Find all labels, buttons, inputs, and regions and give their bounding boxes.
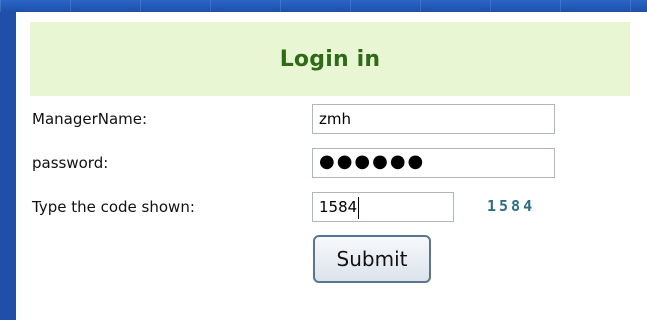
login-title: Login in — [279, 46, 381, 72]
text-caret — [358, 196, 360, 219]
manager-name-input[interactable]: zmh — [312, 104, 555, 134]
manager-name-label: ManagerName: — [32, 110, 148, 128]
code-label: Type the code shown: — [32, 198, 195, 216]
password-label: password: — [32, 154, 109, 172]
code-input[interactable]: 1584 — [312, 192, 454, 222]
login-header: Login in — [30, 22, 630, 96]
code-input-value: 1584 — [319, 198, 358, 216]
code-row: Type the code shown: 1584 1584 — [32, 192, 632, 224]
background-tiles — [0, 0, 647, 12]
login-panel: Login in ManagerName: zmh password: ●●●●… — [16, 12, 647, 320]
password-input[interactable]: ●●●●●● — [312, 148, 555, 178]
password-row: password: ●●●●●● — [32, 148, 632, 180]
captcha-image: 1584 — [487, 197, 536, 215]
submit-button[interactable]: Submit — [313, 235, 431, 283]
manager-name-row: ManagerName: zmh — [32, 104, 632, 136]
